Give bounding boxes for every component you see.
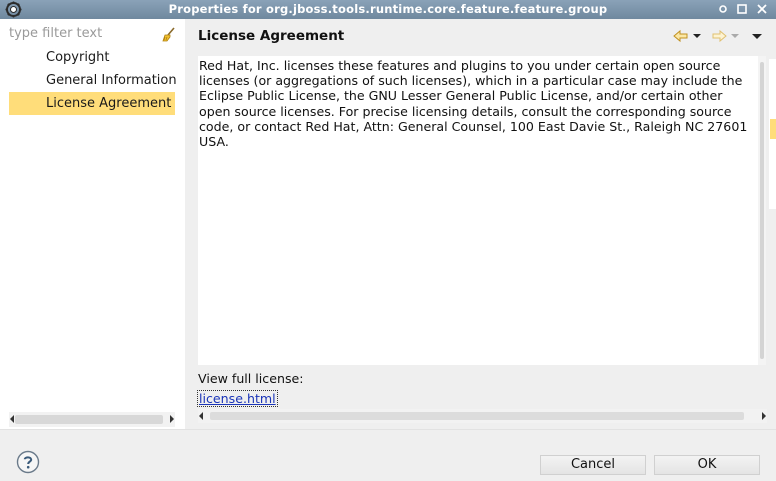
forward-arrow-icon[interactable] (710, 28, 728, 44)
close-icon[interactable] (755, 2, 769, 16)
category-tree: Copyright General Information License Ag… (9, 46, 177, 115)
scroll-left-icon[interactable] (10, 415, 14, 423)
ok-button[interactable]: OK (654, 455, 760, 475)
scrollbar-thumb[interactable] (15, 415, 163, 424)
filter-placeholder: type filter text (9, 26, 103, 41)
left-horizontal-scrollbar[interactable] (9, 412, 175, 427)
page-horizontal-scrollbar[interactable] (198, 409, 767, 423)
background-window-edge (769, 59, 776, 209)
license-link[interactable]: license.html (197, 390, 278, 407)
button-bar: Cancel OK (0, 429, 776, 481)
scroll-right-icon[interactable] (170, 415, 174, 423)
window-title: Properties for org.jboss.tools.runtime.c… (168, 2, 608, 16)
license-vertical-scrollbar[interactable] (758, 56, 766, 365)
back-arrow-icon[interactable] (672, 28, 690, 44)
page-navigation (672, 28, 766, 44)
properties-dialog: type filter text Copyright General Infor… (0, 19, 776, 481)
property-page: License Agreement Red Hat, Inc. licenses… (186, 19, 776, 429)
view-menu-icon[interactable] (750, 28, 764, 44)
tree-item-copyright[interactable]: Copyright (9, 46, 175, 69)
scrollbar-thumb[interactable] (760, 62, 764, 359)
scroll-left-icon[interactable] (199, 412, 203, 420)
back-dropdown-icon[interactable] (691, 28, 703, 44)
license-text-area[interactable]: Red Hat, Inc. licenses these features an… (198, 56, 758, 365)
cancel-button[interactable]: Cancel (540, 455, 646, 475)
maximize-icon[interactable] (735, 2, 749, 16)
category-panel: type filter text Copyright General Infor… (0, 19, 185, 429)
page-title: License Agreement (198, 28, 345, 44)
tree-item-license-agreement[interactable]: License Agreement (9, 92, 175, 115)
background-selection (770, 119, 776, 139)
scroll-right-icon[interactable] (762, 412, 766, 420)
help-icon[interactable] (16, 450, 40, 474)
clear-filter-icon[interactable] (161, 26, 177, 42)
scrollbar-thumb[interactable] (210, 412, 744, 420)
tree-item-general-information[interactable]: General Information (9, 69, 177, 92)
forward-dropdown-icon[interactable] (729, 28, 741, 44)
filter-input[interactable]: type filter text (9, 25, 177, 43)
license-text: Red Hat, Inc. licenses these features an… (199, 58, 748, 150)
title-bar: Properties for org.jboss.tools.runtime.c… (0, 0, 776, 19)
minimize-icon[interactable] (716, 2, 730, 16)
view-full-license-label: View full license: (198, 371, 304, 386)
